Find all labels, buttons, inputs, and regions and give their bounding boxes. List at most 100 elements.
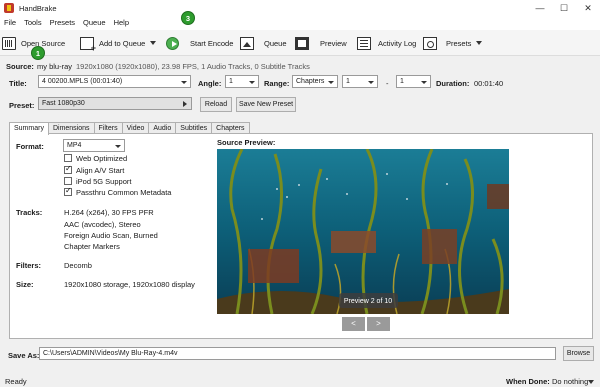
angle-label: Angle:	[198, 79, 222, 88]
chevron-down-icon[interactable]	[150, 41, 157, 45]
play-icon	[166, 36, 179, 50]
range-end-value: 1	[400, 78, 404, 85]
align-av-start-label: Align A/V Start	[76, 166, 125, 175]
presets-label: Presets	[446, 38, 472, 48]
title-select[interactable]: 4 00200.MPLS (00:01:40)	[38, 75, 191, 88]
tab-summary[interactable]: Summary	[9, 122, 49, 135]
menu-tools[interactable]: Tools	[20, 16, 46, 30]
activity-log-button[interactable]: Activity Log	[357, 33, 416, 53]
preview-next-button[interactable]: >	[367, 317, 390, 331]
align-av-start-checkbox[interactable]	[64, 164, 72, 174]
toolbar: Open Source Add to Queue Start Encode Qu…	[0, 30, 600, 56]
handbrake-logo-icon	[4, 3, 14, 13]
chevron-down-icon	[249, 81, 255, 84]
title-value: 4 00200.MPLS (00:01:40)	[42, 78, 123, 85]
queue-button[interactable]: Queue	[240, 33, 287, 53]
angle-select[interactable]: 1	[225, 75, 259, 88]
filters-value: Decomb	[64, 261, 92, 270]
track-subtitle: Foreign Audio Scan, Burned	[64, 231, 158, 240]
menu-bar: File Tools Presets Queue Help	[0, 16, 600, 30]
range-label: Range:	[264, 79, 290, 88]
save-new-preset-button[interactable]: Save New Preset	[236, 97, 296, 112]
chevron-down-icon	[115, 145, 121, 148]
chevron-down-icon	[476, 41, 483, 45]
add-to-queue-button[interactable]: Add to Queue	[80, 33, 157, 53]
status-text: Ready	[5, 377, 27, 386]
range-end-select[interactable]: 1	[396, 75, 431, 88]
range-type-select[interactable]: Chapters	[292, 75, 338, 88]
menu-presets[interactable]: Presets	[46, 16, 79, 30]
preset-label: Preset:	[9, 101, 35, 110]
close-button[interactable]: ✕	[576, 0, 600, 16]
chevron-down-icon	[328, 81, 334, 84]
ipod-5g-label: iPod 5G Support	[76, 177, 132, 186]
chevron-down-icon[interactable]	[588, 380, 594, 384]
range-start-select[interactable]: 1	[342, 75, 378, 88]
track-audio: AAC (avcodec), Stereo	[64, 220, 141, 229]
add-to-queue-label: Add to Queue	[99, 38, 146, 48]
duration-value: 00:01:40	[474, 79, 504, 88]
chevron-down-icon	[368, 81, 374, 84]
when-done-select[interactable]: Do nothing	[552, 377, 588, 386]
start-encode-button[interactable]: Start Encode	[166, 33, 233, 53]
source-label: Source:	[6, 62, 34, 71]
disc-icon	[2, 36, 16, 50]
start-encode-label: Start Encode	[190, 38, 234, 48]
browse-button[interactable]: Browse	[563, 346, 594, 361]
passthru-metadata-label: Passthru Common Metadata	[76, 188, 172, 197]
window-title: HandBrake	[19, 3, 57, 13]
duration-label: Duration:	[436, 79, 470, 88]
step-badge-3: 3	[181, 11, 195, 25]
activity-log-label: Activity Log	[378, 38, 417, 48]
when-done-label: When Done:	[506, 377, 550, 386]
format-value: MP4	[67, 142, 82, 149]
chevron-down-icon	[181, 81, 187, 84]
web-optimized-checkbox[interactable]	[64, 154, 72, 162]
chevron-down-icon	[421, 81, 427, 84]
track-video: H.264 (x264), 30 FPS PFR	[64, 208, 154, 217]
track-chapters: Chapter Markers	[64, 242, 120, 251]
save-as-path-input[interactable]: C:\Users\ADMIN\Videos\My Blu-Ray-4.m4v	[39, 347, 556, 360]
passthru-metadata-checkbox[interactable]	[64, 186, 72, 196]
range-start-value: 1	[346, 78, 350, 85]
tracks-label: Tracks:	[16, 208, 43, 217]
format-select[interactable]: MP4	[63, 139, 125, 152]
minimize-button[interactable]: —	[528, 0, 552, 16]
format-label: Format:	[16, 142, 44, 151]
status-bar: Ready When Done: Do nothing	[0, 373, 600, 387]
size-value: 1920x1080 storage, 1920x1080 display	[64, 280, 195, 289]
source-preview-label: Source Preview:	[217, 138, 276, 147]
preview-caption: Preview 2 of 10	[344, 298, 392, 305]
open-source-label: Open Source	[21, 38, 66, 48]
filters-label: Filters:	[16, 261, 42, 270]
save-as-label: Save As:	[8, 351, 40, 360]
queue-icon	[240, 36, 254, 50]
preset-value: Fast 1080p30	[42, 100, 85, 107]
preview-prev-button[interactable]: <	[342, 317, 365, 331]
log-icon	[357, 36, 371, 50]
preview-label: Preview	[320, 38, 347, 48]
menu-file[interactable]: File	[0, 16, 20, 30]
queue-label: Queue	[264, 38, 287, 48]
presets-icon	[423, 36, 437, 50]
add-queue-icon	[80, 36, 96, 53]
ipod-5g-checkbox[interactable]	[64, 177, 72, 185]
reload-button[interactable]: Reload	[200, 97, 232, 112]
range-type-value: Chapters	[296, 78, 325, 85]
title-bar: HandBrake — ☐ ✕	[0, 0, 600, 16]
film-icon	[295, 36, 309, 50]
web-optimized-label: Web Optimized	[76, 154, 128, 163]
preview-button[interactable]: Preview	[295, 33, 347, 53]
presets-button[interactable]: Presets	[423, 33, 483, 53]
title-label: Title:	[9, 79, 27, 88]
menu-queue[interactable]: Queue	[79, 16, 110, 30]
maximize-button[interactable]: ☐	[552, 0, 576, 16]
range-separator: -	[386, 79, 389, 88]
preset-selector[interactable]: Fast 1080p30	[38, 97, 192, 110]
underwater-kelp-scene: Preview 2 of 10	[217, 149, 509, 314]
source-info: 1920x1080 (1920x1080), 23.98 FPS, 1 Audi…	[76, 62, 310, 71]
menu-help[interactable]: Help	[110, 16, 133, 30]
step-badge-1: 1	[31, 46, 45, 60]
source-name: my blu-ray	[37, 62, 73, 71]
angle-value: 1	[229, 78, 233, 85]
